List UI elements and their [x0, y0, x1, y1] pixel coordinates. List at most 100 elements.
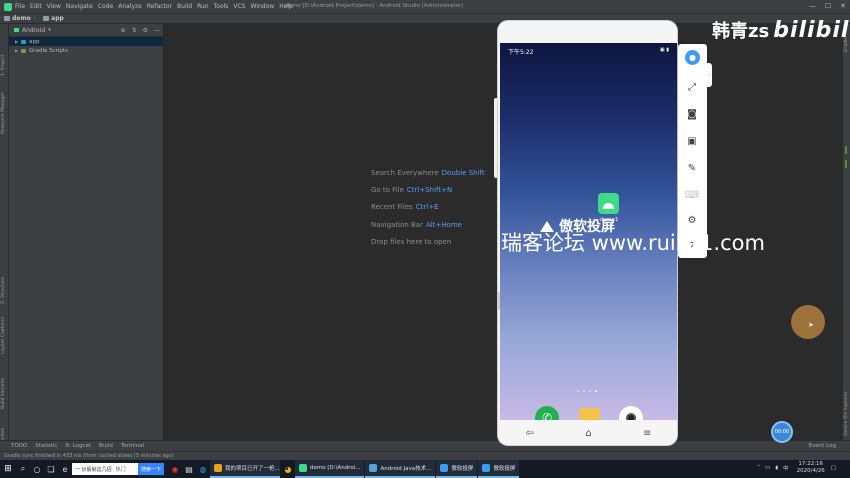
menu-refactor[interactable]: Refactor [147, 3, 172, 10]
recording-timer[interactable]: 00:00 [771, 421, 793, 443]
editor-hints: Search Everywhere Double Shift Go to File… [371, 165, 485, 251]
menu-build[interactable]: Build [177, 3, 192, 10]
project-panel: Android ▾ ⊕ ⇅ ⚙ — ▶ app ▶ Gradle Scripts [9, 24, 164, 440]
mirror-side-handle[interactable] [497, 292, 500, 310]
menu-run[interactable]: Run [197, 3, 209, 10]
menu-view[interactable]: View [47, 3, 61, 10]
mouse-highlight: ➤ [791, 305, 825, 339]
breadcrumb-project[interactable]: demo [12, 15, 31, 22]
close-button[interactable]: ✕ [840, 2, 846, 10]
chevron-left-icon[interactable]: ‹ [706, 63, 712, 87]
phone-dialer-icon[interactable]: ✆ [535, 406, 559, 420]
system-tray: ˄ ▭ ◖ 中 17:22:16 2020/4/26 ▢ [757, 461, 836, 475]
statistic-tab[interactable]: Statistic [35, 443, 57, 449]
task-view-icon[interactable]: ❏ [44, 465, 58, 474]
taskbar-app[interactable]: 我的项目已开了一枪... [210, 460, 280, 478]
chrome-icon[interactable]: ◕ [281, 465, 295, 474]
tray-up-icon[interactable]: ˄ [757, 465, 760, 471]
notes-app-icon[interactable] [579, 408, 600, 420]
demo1-app-icon[interactable] [598, 193, 619, 214]
taskbar-app[interactable]: demo [D:\Androi... [295, 460, 365, 478]
volume-icon[interactable]: ◖ [775, 465, 778, 471]
home-icon[interactable]: ⌂ [585, 428, 591, 439]
hint-recent-files: Recent Files Ctrl+E [371, 199, 485, 216]
logcat-tab[interactable]: 6: Logcat [66, 443, 91, 449]
camera-lens-icon [626, 413, 636, 420]
fullscreen-icon[interactable]: ⤢ [684, 79, 700, 95]
resource-manager-tab[interactable]: Resource Manager [1, 92, 6, 134]
chevron-down-icon: ▾ [48, 27, 51, 33]
netease-music-icon[interactable]: ◉ [168, 465, 182, 474]
browser-icon[interactable]: ◍ [196, 465, 210, 474]
notification-icon[interactable]: ▢ [831, 465, 836, 471]
todo-tab[interactable]: TODO [11, 443, 27, 449]
keyboard-icon[interactable]: ⌨ [684, 187, 700, 203]
minimize-button[interactable]: — [809, 2, 816, 10]
windows-taskbar: ⊞ ⌕ ○ ❏ e 一 炒股就这几招 热门 搜索一下 ◉ ▤ ◍ 我的项目已开了… [0, 460, 850, 478]
device-file-explorer-tab[interactable]: Device File Explorer [844, 391, 849, 436]
clock-date: 2020/4/26 [796, 468, 825, 474]
phone-status-icons: ▣ ▮ [659, 47, 669, 53]
breadcrumb-module[interactable]: app [51, 15, 64, 22]
gear-icon[interactable]: ⚙ [143, 27, 148, 34]
user-icon[interactable]: ● [685, 50, 700, 65]
menu-analyze[interactable]: Analyze [118, 3, 142, 10]
window-title: demo [D:\Android Project\demo] - Android… [285, 3, 464, 9]
expand-arrow-icon[interactable]: ▶ [15, 39, 18, 44]
taskbar-app[interactable]: 傲软投屏 [478, 460, 520, 478]
project-tool-tab[interactable]: 1: Project [1, 55, 6, 76]
tree-item-gradle-scripts[interactable]: ▶ Gradle Scripts [9, 46, 163, 55]
gear-icon[interactable]: ⚙ [684, 212, 700, 228]
taskbar-app[interactable]: 傲软投屏 [436, 460, 478, 478]
menu-file[interactable]: File [15, 3, 25, 10]
menu-icon[interactable]: ≡ [643, 428, 651, 439]
input-language[interactable]: 中 [783, 464, 789, 472]
maximize-button[interactable]: ☐ [825, 2, 831, 10]
right-tool-strip: Gradle Device File Explorer [842, 24, 850, 440]
expand-arrow-icon[interactable]: ▶ [15, 48, 18, 53]
menu-bar: File Edit View Navigate Code Analyze Ref… [0, 0, 850, 13]
clock[interactable]: 17:22:16 2020/4/26 [797, 461, 825, 475]
record-icon[interactable]: ▣ [684, 133, 700, 149]
menu-vcs[interactable]: VCS [233, 3, 245, 10]
menu-tools[interactable]: Tools [214, 3, 229, 10]
app-icon [482, 464, 491, 472]
menu-edit[interactable]: Edit [30, 3, 42, 10]
hint-label: Recent Files [371, 203, 413, 212]
locate-icon[interactable]: ⊕ [121, 27, 126, 34]
app-icon [440, 464, 449, 472]
back-icon[interactable]: ⇦ [526, 428, 534, 439]
collapse-all-icon[interactable]: ⇅ [132, 27, 137, 34]
build-variants-tab[interactable]: Build Variants [1, 378, 6, 409]
windows-start-icon[interactable]: ⊞ [0, 464, 16, 474]
explorer-icon[interactable]: ▤ [182, 465, 196, 474]
camera-app-icon[interactable] [619, 406, 643, 420]
network-icon[interactable]: ▭ [765, 465, 770, 471]
tree-item-app[interactable]: ▶ app [9, 37, 163, 46]
menu-window[interactable]: Window [251, 3, 275, 10]
app-icon [299, 464, 307, 472]
menu-code[interactable]: Code [98, 3, 113, 10]
hint-navigation-bar: Navigation Bar Alt+Home [371, 217, 485, 234]
search-button[interactable]: 搜索一下 [137, 463, 164, 475]
build-tab[interactable]: Build [99, 443, 113, 449]
page-dot [589, 390, 591, 392]
terminal-tab[interactable]: Terminal [121, 443, 144, 449]
menu-navigate[interactable]: Navigate [66, 3, 93, 10]
search-placeholder: 一 炒股就这几招 [75, 466, 112, 473]
taskbar-search-box[interactable]: 一 炒股就这几招 热门 搜索一下 [72, 463, 164, 475]
hide-icon[interactable]: — [154, 27, 160, 34]
site-watermark: 瑞客论坛 www.ruike1.com [501, 231, 765, 255]
brush-icon[interactable]: ✎ [684, 160, 700, 176]
taskbar-app[interactable]: Android Java技术... [365, 460, 436, 478]
layout-captures-tab[interactable]: Layout Captures [1, 317, 6, 354]
event-log-tab[interactable]: Event Log [809, 443, 836, 449]
search-icon[interactable]: ⌕ [16, 464, 30, 474]
hint-label: Go to File [371, 186, 404, 195]
structure-tab[interactable]: Z: Structure [1, 277, 6, 304]
edge-icon[interactable]: e [58, 465, 72, 474]
cortana-icon[interactable]: ○ [30, 465, 44, 474]
screenshot-icon[interactable]: ◙ [684, 106, 700, 122]
breadcrumb-separator: › [33, 15, 37, 22]
folder-icon [4, 16, 10, 21]
